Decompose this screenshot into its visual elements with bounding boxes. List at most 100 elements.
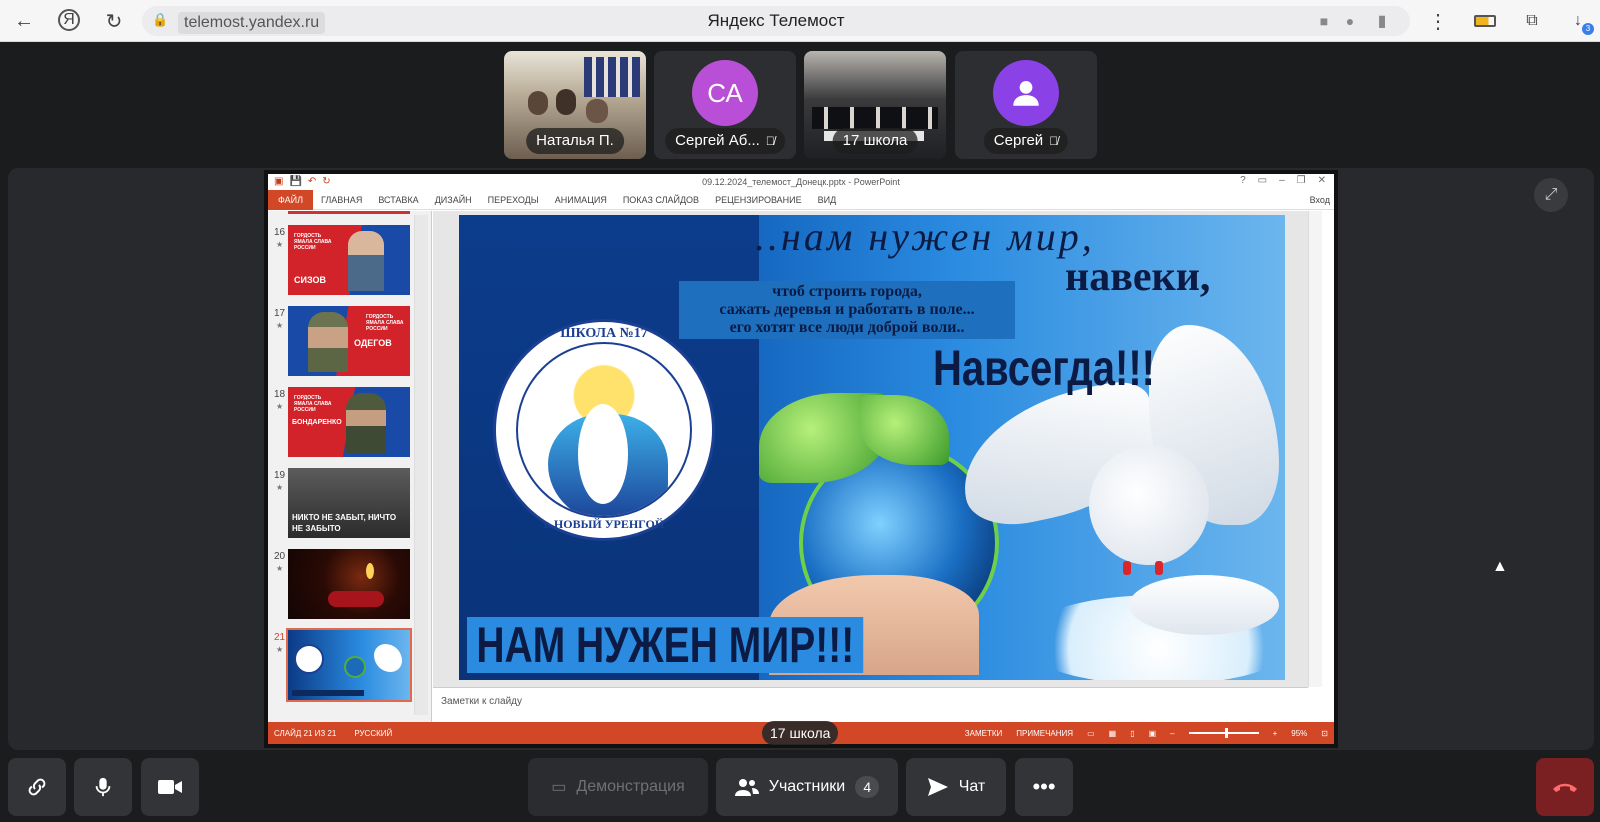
slide-notes: Заметки к слайду	[433, 687, 1308, 722]
shared-powerpoint-window: 09.12.2024_телемост_Донецк.pptx - PowerP…	[264, 170, 1338, 748]
thumbnail-number: 19	[274, 470, 286, 481]
screen-share-button[interactable]: ▭ Демонстрация	[528, 758, 708, 816]
slideshow-view-icon: ▣	[1148, 728, 1157, 738]
language: РУССКИЙ	[354, 728, 393, 738]
verse-line: его хотят все люди доброй воли..	[729, 319, 965, 336]
save-icon: 💾	[289, 176, 302, 187]
ppt-ribbon: ФАЙЛ ГЛАВНАЯ ВСТАВКА ДИЗАЙН ПЕРЕХОДЫ АНИ…	[268, 189, 1334, 210]
slide-thumbnail: ГОРДОСТЬ ЯМАЛА СЛАВА РОССИИ ОДЕГОВ	[288, 306, 410, 376]
slide-thumbnails-panel: 16 ★ ГОРДОСТЬ ЯМАЛА СЛАВА РОССИИ СИЗОВ 1…	[268, 211, 432, 722]
camera-icon	[158, 780, 182, 794]
participant-tile[interactable]: Сергей 🎙̸	[955, 51, 1097, 159]
bookmark-icon[interactable]: ▮	[1372, 11, 1392, 31]
url-text[interactable]: telemost.yandex.ru	[178, 12, 326, 34]
thumbnail-banner: ГОРДОСТЬ ЯМАЛА СЛАВА РОССИИ	[294, 233, 332, 251]
participant-name: Сергей 🎙̸	[983, 128, 1069, 154]
address-bar[interactable]: 🔒 telemost.yandex.ru Яндекс Телемост ■ ●…	[142, 6, 1410, 36]
extensions-icon[interactable]: ⧉	[1520, 9, 1544, 33]
zoom-out-icon: –	[1170, 728, 1175, 738]
user-icon	[993, 60, 1059, 126]
battery-icon[interactable]	[1474, 15, 1496, 27]
participants-button[interactable]: Участники 4	[716, 758, 898, 816]
participant-name-text: Сергей Аб...	[675, 132, 760, 149]
current-slide: ШКОЛА №17 г. НОВЫЙ УРЕНГОЙ ..нам нужен м…	[459, 215, 1285, 680]
participant-name: Сергей Аб... 🎙̸	[665, 128, 785, 154]
participant-name-text: 17 школа	[842, 132, 908, 149]
chat-label: Чат	[958, 778, 986, 795]
participant-name: 17 школа	[832, 128, 918, 154]
people-icon	[734, 779, 759, 796]
normal-view-icon: ▭	[1087, 728, 1095, 738]
participant-tile[interactable]: СА Сергей Аб... 🎙̸	[654, 51, 796, 159]
slide-thumbnail: НИКТО НЕ ЗАБЫТ, НИЧТО НЕ ЗАБЫТО	[288, 468, 410, 538]
sorter-view-icon: ▦	[1108, 728, 1117, 738]
microphone-button[interactable]	[74, 758, 132, 816]
participant-name-text: Наталья П.	[536, 132, 614, 149]
chat-button[interactable]: Чат	[906, 758, 1006, 816]
undo-icon: ↶	[307, 176, 317, 187]
thumbnails-scrollbar	[414, 215, 428, 715]
thumbnail-number: 17	[274, 308, 286, 319]
ribbon-tab: РЕЦЕНЗИРОВАНИЕ	[715, 194, 802, 205]
link-button[interactable]	[8, 758, 66, 816]
participant-name-text: Сергей	[993, 132, 1044, 149]
camera-button[interactable]	[141, 758, 199, 816]
ppt-title: 09.12.2024_телемост_Донецк.pptx - PowerP…	[702, 177, 900, 187]
thumbnail-number: 20	[274, 551, 286, 562]
zoom-level: 95%	[1291, 728, 1308, 738]
microphone-icon	[95, 777, 111, 797]
verse-line: чтоб строить города,	[772, 283, 922, 300]
mic-off-icon: 🎙̸	[1049, 134, 1059, 148]
menu-dots-icon[interactable]: ⋮	[1426, 9, 1450, 33]
back-icon[interactable]: ←	[12, 9, 36, 33]
redo-icon: ↻	[322, 176, 331, 187]
microphone-icon[interactable]: ●	[1340, 11, 1360, 31]
thumbnail-number: 21	[274, 632, 286, 643]
participant-tile[interactable]: Наталья П.	[504, 51, 646, 159]
thumbnail-edge	[288, 211, 410, 214]
animation-star-icon: ★	[276, 402, 284, 411]
downloads-icon[interactable]: ↓ 3	[1566, 9, 1594, 35]
thumbnail-number: 16	[274, 227, 286, 238]
more-dots-icon: •••	[1032, 774, 1056, 799]
thumbnail-text: СИЗОВ	[294, 275, 326, 285]
slide-thumbnail	[288, 549, 410, 619]
slide-line3: Навсегда!!!	[933, 340, 1155, 396]
animation-star-icon: ★	[276, 564, 284, 573]
close-icon: ✕	[1317, 175, 1326, 186]
zoom-slider	[1188, 728, 1259, 738]
participants-count: 4	[855, 776, 880, 798]
slide-thumbnail: ГОРДОСТЬ ЯМАЛА СЛАВА РОССИИ БОНДАРЕНКО	[288, 387, 410, 457]
fit-icon: ⊡	[1321, 728, 1328, 738]
lock-icon: 🔒	[152, 12, 169, 27]
ribbon-tab: ПОКАЗ СЛАЙДОВ	[622, 194, 700, 205]
slide-verse: чтоб строить города, сажать деревья и ра…	[679, 281, 1015, 339]
slide-counter: СЛАЙД 21 ИЗ 21	[274, 728, 337, 738]
thumbnail-text: НИКТО НЕ ЗАБЫТ, НИЧТО НЕ ЗАБЫТО	[292, 513, 397, 533]
ribbon-tab: ФАЙЛ	[268, 189, 314, 210]
slide-scrollbar	[1308, 211, 1322, 687]
animation-star-icon: ★	[276, 645, 284, 654]
ribbon-tab: АНИМАЦИЯ	[554, 194, 607, 205]
zoom-in-icon: +	[1272, 728, 1278, 738]
minimize-icon: –	[1279, 175, 1285, 186]
yandex-icon[interactable]: Я	[58, 9, 80, 31]
presenter-caption: 17 школа	[762, 721, 839, 745]
thumbnail-banner: ГОРДОСТЬ ЯМАЛА СЛАВА РОССИИ	[366, 314, 404, 332]
mouse-cursor-icon: ▲	[1492, 558, 1508, 575]
window-controls: ? ▭ – ❐ ✕	[1240, 175, 1326, 186]
quick-access-toolbar: ▣ 💾 ↶ ↻	[274, 176, 331, 187]
reload-icon[interactable]: ↻	[102, 9, 126, 33]
screen-share-label: Демонстрация	[576, 778, 685, 795]
ribbon-tab: ПЕРЕХОДЫ	[487, 194, 539, 205]
participant-tile[interactable]: 17 школа	[804, 51, 946, 159]
slide-editor: ШКОЛА №17 г. НОВЫЙ УРЕНГОЙ ..нам нужен м…	[433, 211, 1308, 687]
hangup-button[interactable]	[1536, 758, 1594, 816]
camera-icon[interactable]: ■	[1314, 11, 1334, 31]
thumbnail-text: ОДЕГОВ	[354, 338, 392, 348]
fullscreen-icon[interactable]: ⤢	[1534, 178, 1568, 212]
mic-off-icon: 🎙̸	[765, 134, 775, 148]
help-icon: ?	[1240, 175, 1246, 186]
more-button[interactable]: •••	[1015, 758, 1073, 816]
notes-toggle: ЗАМЕТКИ	[964, 728, 1003, 738]
